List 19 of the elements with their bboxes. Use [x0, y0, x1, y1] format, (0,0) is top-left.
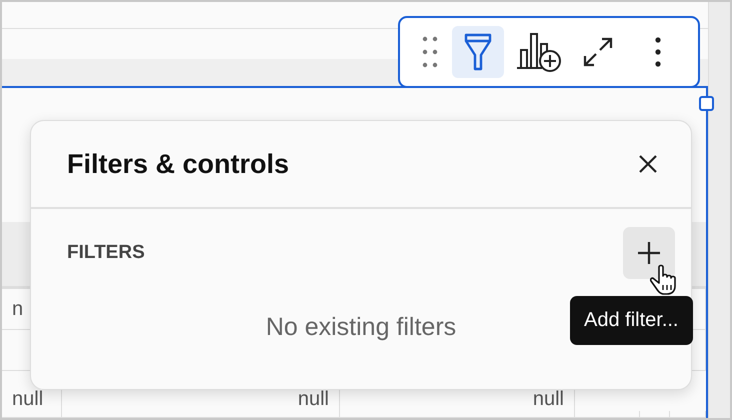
close-icon	[637, 153, 659, 175]
panel-title: Filters & controls	[67, 148, 290, 180]
plus-icon	[636, 240, 662, 266]
close-button[interactable]	[637, 153, 659, 175]
expand-icon	[583, 37, 613, 67]
table-cell: null	[532, 388, 564, 411]
add-chart-icon	[516, 30, 562, 74]
table-cell: null	[12, 388, 44, 411]
section-heading: FILTERS	[67, 242, 145, 264]
tooltip: Add filter...	[570, 296, 692, 345]
resize-handle[interactable]	[699, 96, 714, 111]
filter-icon	[464, 33, 492, 71]
filter-button[interactable]	[452, 26, 504, 78]
table-cell: n	[12, 298, 24, 320]
more-icon	[654, 36, 662, 68]
add-filter-button[interactable]	[623, 227, 675, 279]
table-cell: null	[298, 388, 329, 411]
drag-dots-icon	[422, 35, 438, 69]
empty-message: No existing filters	[266, 313, 456, 342]
